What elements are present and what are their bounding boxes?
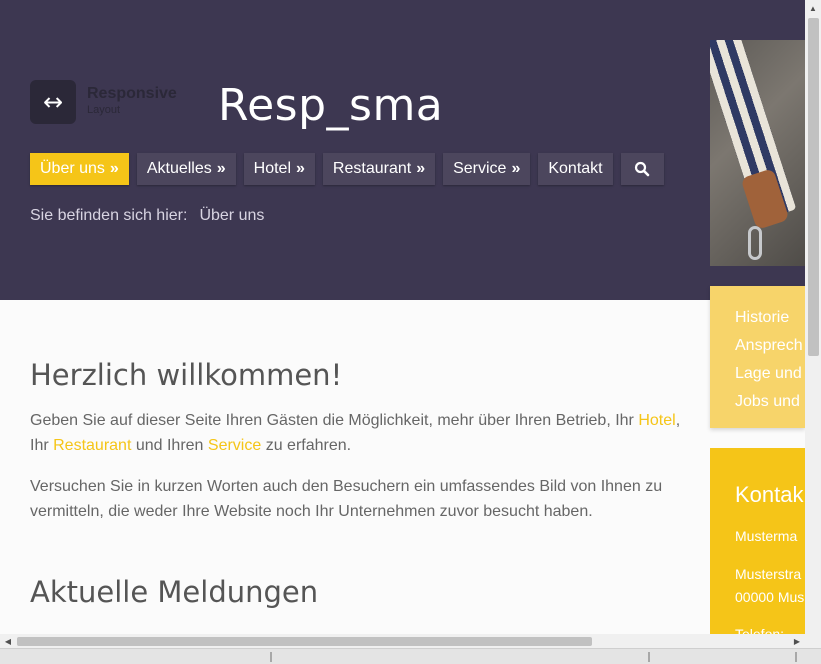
status-bar	[0, 648, 821, 664]
contact-street: Musterstra	[735, 566, 802, 582]
link-restaurant[interactable]: Restaurant	[53, 437, 131, 454]
intro-text-4: zu erfahren.	[261, 437, 352, 454]
horizontal-arrows-icon: ↔	[42, 88, 64, 116]
status-divider	[648, 652, 650, 662]
sidebar-submenu: Historie Ansprech Lage und Jobs und	[710, 286, 805, 428]
vertical-scrollbar[interactable]: ▲ ▼	[805, 0, 821, 648]
contact-title: Kontak	[735, 482, 804, 507]
scroll-up-icon[interactable]: ▲	[805, 0, 821, 16]
double-chevron-right-icon: »	[109, 160, 119, 177]
logo-text[interactable]: Responsive Layout	[87, 86, 177, 116]
logo[interactable]: ↔	[30, 80, 76, 124]
double-chevron-right-icon: »	[416, 160, 426, 177]
contact-city: 00000 Mus	[735, 589, 805, 605]
nav-label: Restaurant	[332, 160, 412, 177]
nav-item-kontakt[interactable]: Kontakt	[538, 153, 613, 185]
scrollbar-corner	[805, 634, 821, 648]
nav-item-restaurant[interactable]: Restaurant »	[322, 153, 436, 185]
nav-item-ueber-uns[interactable]: Über uns »	[30, 153, 129, 185]
contact-name: Musterma	[735, 528, 798, 544]
sidebar-contact-box: Kontak Musterma Musterstra 00000 Mus Tel…	[710, 448, 805, 648]
logo-line-2: Layout	[87, 104, 121, 116]
site-title[interactable]: Resp_sma	[218, 80, 443, 131]
sidebar-link-ansprechpartner[interactable]: Ansprech	[710, 332, 805, 360]
breadcrumb-prefix: Sie befinden sich hier:	[30, 207, 188, 224]
scroll-left-icon[interactable]: ◀	[0, 634, 16, 648]
sidebar-link-historie[interactable]: Historie	[710, 304, 805, 332]
browser-viewport: ↔ Responsive Layout Resp_sma Über uns » …	[0, 0, 805, 648]
nav-item-hotel[interactable]: Hotel »	[243, 153, 315, 185]
double-chevron-right-icon: »	[216, 160, 226, 177]
metal-hook-illustration	[748, 226, 762, 260]
search-button[interactable]	[620, 153, 664, 185]
nav-label: Service	[453, 160, 507, 177]
nav-item-service[interactable]: Service »	[443, 153, 531, 185]
status-divider	[795, 652, 797, 662]
breadcrumb: Sie befinden sich hier: Über uns	[30, 207, 264, 225]
page-title: Herzlich willkommen!	[30, 358, 343, 392]
main-navigation: Über uns » Aktuelles » Hotel » Restauran…	[30, 153, 664, 185]
horizontal-scrollbar[interactable]: ◀ ▶	[0, 634, 805, 648]
nav-label: Aktuelles	[146, 160, 212, 177]
breadcrumb-current[interactable]: Über uns	[199, 207, 264, 224]
intro-text-3: und Ihren	[131, 437, 208, 454]
nav-item-aktuelles[interactable]: Aktuelles »	[136, 153, 236, 185]
scroll-right-icon[interactable]: ▶	[789, 634, 805, 648]
status-divider	[270, 652, 272, 662]
sidebar-link-lage[interactable]: Lage und	[710, 360, 805, 388]
second-paragraph: Versuchen Sie in kurzen Worten auch den …	[30, 478, 663, 520]
sidebar-image	[710, 40, 805, 266]
vertical-scroll-thumb[interactable]	[808, 18, 819, 356]
intro-text-1: Geben Sie auf dieser Seite Ihren Gästen …	[30, 412, 639, 429]
double-chevron-right-icon: »	[511, 160, 521, 177]
search-icon	[635, 161, 650, 177]
double-chevron-right-icon: »	[296, 160, 305, 177]
nav-label: Kontakt	[548, 160, 603, 177]
nav-label: Hotel	[253, 160, 292, 177]
link-hotel[interactable]: Hotel	[638, 412, 675, 429]
link-service[interactable]: Service	[208, 437, 261, 454]
news-heading: Aktuelle Meldungen	[30, 575, 319, 609]
sidebar-link-jobs[interactable]: Jobs und	[710, 388, 805, 416]
intro-paragraph: Geben Sie auf dieser Seite Ihren Gästen …	[30, 408, 690, 458]
horizontal-scroll-thumb[interactable]	[17, 637, 592, 646]
logo-line-1: Responsive	[87, 85, 177, 102]
site-header: ↔ Responsive Layout Resp_sma Über uns » …	[0, 0, 805, 300]
nav-label: Über uns	[40, 160, 105, 177]
